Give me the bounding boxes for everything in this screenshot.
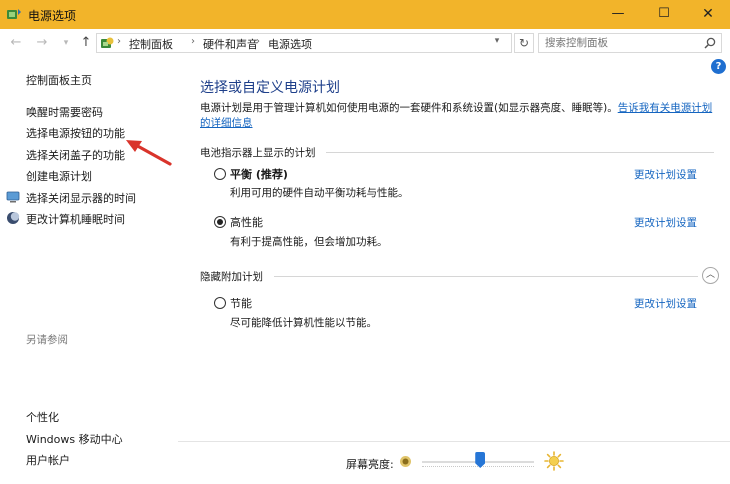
page-description: 电源计划是用于管理计算机如何使用电源的一套硬件和系统设置(如显示器亮度、睡眠等)… <box>200 101 720 131</box>
plan-balanced-description: 利用可用的硬件自动平衡功耗与性能。 <box>230 187 409 199</box>
hidden-plans-heading: 隐藏附加计划 <box>200 271 263 283</box>
plan-power-saver-description: 尽可能降低计算机性能以节能。 <box>230 317 377 329</box>
recent-locations-chevron-icon[interactable]: ▾ <box>60 35 72 51</box>
sleep-moon-icon <box>7 212 20 224</box>
red-annotation-arrow-icon <box>126 140 172 166</box>
change-plan-settings-balanced-link[interactable]: 更改计划设置 <box>634 167 697 182</box>
control-panel-icon <box>101 37 114 48</box>
control-panel-home-link[interactable]: 控制面板主页 <box>26 72 92 88</box>
computer-sleep-time-link[interactable]: 更改计算机睡眠时间 <box>26 211 125 227</box>
back-arrow-icon[interactable]: ← <box>8 35 24 51</box>
plan-power-saver-name[interactable]: 节能 <box>230 295 252 311</box>
radio-power-saver[interactable] <box>214 297 226 309</box>
window-title: 电源选项 <box>28 9 77 23</box>
up-arrow-icon[interactable]: ↑ <box>78 35 94 51</box>
description-text: 电源计划是用于管理计算机如何使用电源的一套硬件和系统设置(如显示器亮度、睡眠等)… <box>200 102 618 114</box>
bright-sun-icon <box>544 451 564 471</box>
refresh-button[interactable]: ↻ <box>514 33 534 53</box>
breadcrumb-control-panel[interactable]: 控制面板 <box>129 36 173 52</box>
radio-balanced[interactable] <box>214 168 226 180</box>
breadcrumb-separator-icon: › <box>256 36 260 47</box>
user-accounts-link[interactable]: 用户帐户 <box>26 452 70 468</box>
breadcrumb-power-options[interactable]: 电源选项 <box>268 36 312 52</box>
screen-brightness-label: 屏幕亮度: <box>346 458 394 471</box>
minimize-button[interactable]: — <box>596 0 640 29</box>
personalization-link[interactable]: 个性化 <box>26 409 59 425</box>
breadcrumb-separator-icon: › <box>117 36 121 47</box>
breadcrumb-hardware-sound[interactable]: 硬件和声音 <box>203 36 258 52</box>
title-bar: 电源选项 — ☐ ✕ <box>0 0 730 29</box>
change-plan-settings-power-saver-link[interactable]: 更改计划设置 <box>634 296 697 311</box>
address-dropdown-chevron-icon[interactable]: ▾ <box>485 36 509 46</box>
display-off-time-link[interactable]: 选择关闭显示器的时间 <box>26 190 136 206</box>
section-divider <box>326 152 714 153</box>
page-title: 选择或自定义电源计划 <box>200 80 340 96</box>
dim-sun-icon <box>400 456 411 467</box>
search-box[interactable] <box>538 33 722 53</box>
navigation-row: ← → ▾ ↑ › 控制面板 › 硬件和声音 › 电源选项 ▾ ↻ <box>0 29 730 57</box>
battery-meter-plans-heading: 电池指示器上显示的计划 <box>200 147 316 159</box>
change-plan-settings-high-performance-link[interactable]: 更改计划设置 <box>634 215 697 230</box>
lid-close-function-link[interactable]: 选择关闭盖子的功能 <box>26 147 125 163</box>
brightness-slider-ticks <box>422 466 534 469</box>
breadcrumb-separator-icon: › <box>191 36 195 47</box>
forward-arrow-icon[interactable]: → <box>34 35 50 51</box>
collapse-chevron-up-icon[interactable]: ︿ <box>702 267 719 284</box>
plan-high-performance-description: 有利于提高性能，但会增加功耗。 <box>230 236 388 248</box>
plan-high-performance-name[interactable]: 高性能 <box>230 214 263 230</box>
search-input[interactable] <box>539 34 699 52</box>
plan-balanced-name[interactable]: 平衡 (推荐) <box>230 166 288 182</box>
see-also-title: 另请参阅 <box>26 334 68 346</box>
help-icon[interactable]: ? <box>711 59 726 74</box>
display-icon <box>6 191 20 203</box>
power-options-icon <box>7 9 21 19</box>
address-bar[interactable]: › 控制面板 › 硬件和声音 › 电源选项 ▾ <box>96 33 512 53</box>
mobility-center-link[interactable]: Windows 移动中心 <box>26 431 123 447</box>
wake-password-link[interactable]: 唤醒时需要密码 <box>26 104 103 120</box>
maximize-button[interactable]: ☐ <box>642 0 686 29</box>
close-button[interactable]: ✕ <box>686 0 730 29</box>
power-button-function-link[interactable]: 选择电源按钮的功能 <box>26 125 125 141</box>
create-power-plan-link[interactable]: 创建电源计划 <box>26 168 92 184</box>
radio-high-performance[interactable] <box>214 216 226 228</box>
search-icon[interactable] <box>704 37 716 49</box>
section-divider <box>274 276 698 277</box>
